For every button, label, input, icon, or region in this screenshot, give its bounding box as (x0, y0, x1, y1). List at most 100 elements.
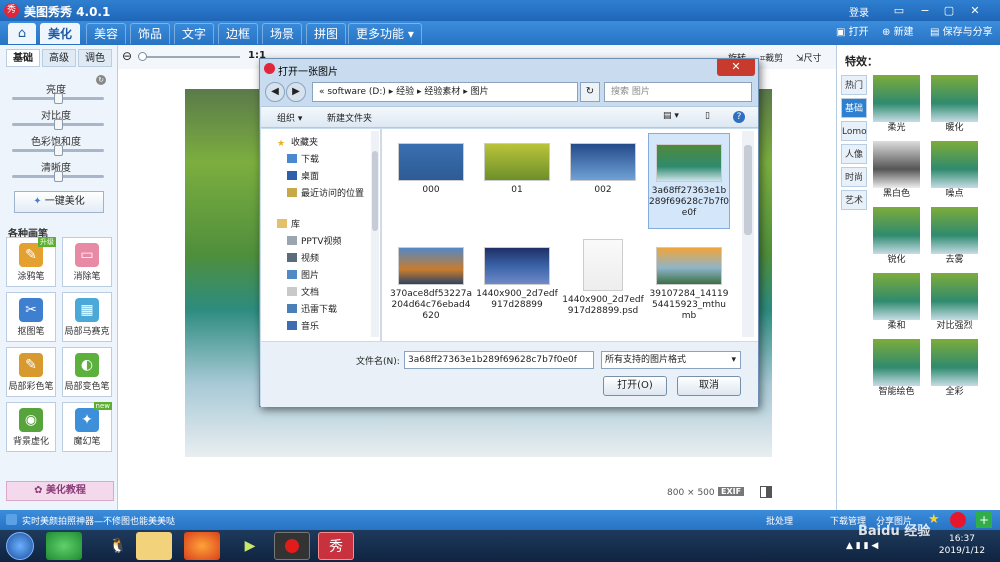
slider-knob[interactable] (54, 93, 63, 104)
skin-icon[interactable]: ▭ (890, 3, 908, 18)
nav-library[interactable]: 库 (277, 219, 300, 232)
new-button[interactable]: ⊕ 新建 (882, 25, 914, 41)
brush-tool-7[interactable]: ✦ 魔幻笔 new (62, 402, 112, 452)
effect-item-9[interactable]: 全彩 (931, 339, 978, 399)
effect-item-5[interactable]: 去雾 (931, 207, 978, 267)
effect-tab-3[interactable]: 人像 (841, 144, 867, 164)
address-bar[interactable]: « software (D:) ▸ 经验 ▸ 经验素材 ▸ 图片 (312, 82, 578, 102)
file-item-7[interactable]: 39107284_1411954415923_mthumb (648, 237, 730, 333)
effect-item-4[interactable]: 锐化 (873, 207, 920, 267)
nav-videos[interactable]: 视频 (287, 253, 319, 266)
cancel-button[interactable]: 取消 (677, 376, 741, 396)
subtab-advanced[interactable]: 高级 (42, 49, 76, 67)
organize-menu[interactable]: 组织 ▾ (277, 111, 302, 124)
slider-knob[interactable] (54, 171, 63, 182)
slider-knob[interactable] (138, 52, 147, 61)
dialog-close-button[interactable]: ✕ (717, 59, 755, 76)
forward-button[interactable]: ▶ (286, 82, 306, 102)
tray-icons[interactable]: ▲ ▮ ▮ ◀ (846, 541, 878, 551)
record-icon[interactable] (274, 532, 310, 560)
contrast-slider[interactable] (12, 119, 104, 130)
file-item-2[interactable]: 002 (562, 133, 644, 229)
firefox-icon[interactable] (184, 532, 220, 560)
file-item-0[interactable]: 000 (390, 133, 472, 229)
brush-tool-4[interactable]: ✎ 局部彩色笔 (6, 347, 56, 397)
file-item-4[interactable]: 370ace8df53227a204d64c76ebad4620 (390, 237, 472, 333)
scroll-thumb[interactable] (744, 145, 752, 235)
open-file-button[interactable]: 打开(O) (603, 376, 667, 396)
brush-tool-3[interactable]: ▦ 局部马赛克 (62, 292, 112, 342)
save-share-button[interactable]: ▤ 保存与分享 (930, 25, 993, 41)
subtab-basic[interactable]: 基础 (6, 49, 40, 67)
scroll-thumb[interactable] (372, 151, 378, 231)
nav-thunder[interactable]: 迅雷下载 (287, 304, 337, 317)
effect-item-6[interactable]: 柔和 (873, 273, 920, 333)
preview-pane-icon[interactable]: ▯ (705, 111, 710, 121)
tab-collage[interactable]: 拼图 (306, 23, 347, 44)
nav-recent[interactable]: 最近访问的位置 (287, 188, 364, 201)
filename-input[interactable]: 3a68ff27363e1b289f69628c7b7f0e0f (404, 351, 594, 369)
maximize-button[interactable]: ▢ (940, 3, 958, 18)
nav-pptv[interactable]: PPTV视频 (287, 236, 342, 249)
nav-documents[interactable]: 文档 (287, 287, 319, 300)
meitu-taskbar-icon[interactable]: 秀 (318, 532, 354, 560)
effect-tab-0[interactable]: 热门 (841, 75, 867, 95)
crop-button[interactable]: ⌗裁剪 (760, 51, 783, 64)
weibo-icon[interactable] (950, 512, 966, 528)
effect-tab-2[interactable]: Lomo (841, 121, 867, 141)
tab-accessories[interactable]: 饰品 (130, 23, 171, 44)
effect-item-1[interactable]: 暖化 (931, 75, 978, 135)
tab-scene[interactable]: 场景 (262, 23, 303, 44)
status-tip[interactable]: 实时美颜拍照神器—不修图也能美美哒 (22, 514, 175, 527)
effect-tab-5[interactable]: 艺术 (841, 190, 867, 210)
slider-knob[interactable] (54, 119, 63, 130)
media-player-icon[interactable]: ▶ (232, 532, 268, 560)
effect-item-0[interactable]: 柔光 (873, 75, 920, 135)
tab-border[interactable]: 边框 (218, 23, 259, 44)
brush-tool-5[interactable]: ◐ 局部变色笔 (62, 347, 112, 397)
start-button[interactable] (6, 532, 34, 560)
batch-button[interactable]: 批处理 (766, 514, 793, 527)
file-item-1[interactable]: 01 (476, 133, 558, 229)
refresh-icon[interactable]: ↻ (580, 82, 600, 102)
effect-item-2[interactable]: 黑白色 (873, 141, 920, 201)
effect-item-3[interactable]: 噪点 (931, 141, 978, 201)
file-explorer-icon[interactable] (136, 532, 172, 560)
file-item-3[interactable]: 3a68ff27363e1b289f69628c7b7f0e0f (648, 133, 730, 229)
home-icon[interactable]: ⌂ (8, 23, 36, 44)
effect-tab-1[interactable]: 基础 (841, 98, 867, 118)
file-scrollbar[interactable] (742, 131, 754, 337)
zoom-out-icon[interactable]: ⊖ (122, 49, 132, 63)
brush-tool-0[interactable]: ✎ 涂鸦笔 升级 (6, 237, 56, 287)
nav-scrollbar[interactable] (371, 131, 379, 337)
compare-icon[interactable] (760, 486, 772, 498)
effect-item-8[interactable]: 智能绘色 (873, 339, 920, 399)
new-folder-button[interactable]: 新建文件夹 (327, 111, 372, 124)
zoom-slider[interactable] (138, 52, 240, 61)
minimize-button[interactable]: − (916, 3, 934, 18)
auto-beautify-button[interactable]: ✦ 一键美化 (14, 191, 104, 213)
search-input[interactable]: 搜索 图片 (604, 82, 752, 102)
brush-tool-6[interactable]: ◉ 背景虚化 (6, 402, 56, 452)
tab-more[interactable]: 更多功能 ▾ (348, 23, 422, 44)
subtab-color[interactable]: 调色 (78, 49, 112, 67)
filetype-select[interactable]: 所有支持的图片格式 ▾ (601, 351, 741, 369)
sharpness-slider[interactable] (12, 171, 104, 182)
help-icon[interactable]: ? (733, 111, 745, 123)
resize-button[interactable]: ⇲尺寸 (796, 51, 822, 64)
view-options-icon[interactable]: ▤ ▾ (663, 111, 679, 121)
tab-beauty[interactable]: 美容 (86, 23, 127, 44)
tab-beautify[interactable]: 美化 (40, 23, 81, 44)
nav-music[interactable]: 音乐 (287, 321, 319, 334)
effect-tab-4[interactable]: 时尚 (841, 167, 867, 187)
file-item-6[interactable]: 1440x900_2d7edf917d28899.psd (562, 237, 644, 333)
close-button[interactable]: ✕ (966, 3, 984, 18)
slider-knob[interactable] (54, 145, 63, 156)
brush-tool-1[interactable]: ▭ 消除笔 (62, 237, 112, 287)
nav-downloads[interactable]: 下载 (287, 154, 319, 167)
clock[interactable]: 16:37 2019/1/12 (930, 533, 994, 557)
plus-icon[interactable]: + (976, 512, 992, 528)
saturation-slider[interactable] (12, 145, 104, 156)
open-button[interactable]: ▣ 打开 (836, 25, 869, 41)
nav-pictures[interactable]: 图片 (287, 270, 319, 283)
